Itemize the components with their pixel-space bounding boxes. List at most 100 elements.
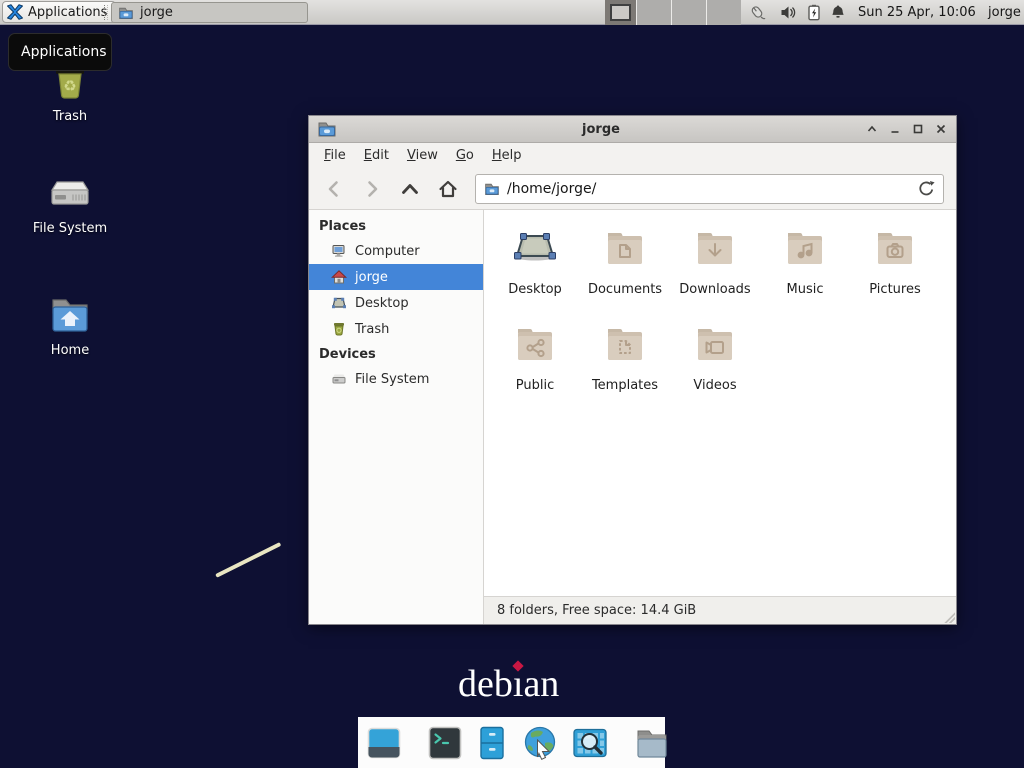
applications-tooltip: Applications [8,33,112,71]
folder-icon [118,5,134,21]
sidebar-item-trash[interactable]: Trash [309,316,483,342]
maximize-button[interactable] [911,122,925,136]
folder-documents-icon [601,220,649,272]
desktop-icon-file-system[interactable]: File System [24,169,116,236]
sidebar-devices-header: Devices [309,342,483,366]
back-button[interactable] [321,175,347,203]
menu-view[interactable]: View [398,145,447,166]
trash-icon [331,321,347,337]
desktop-icon-label: File System [33,221,107,236]
desktop-icon [331,295,347,311]
workspace-switcher[interactable] [605,0,741,25]
reload-icon[interactable] [918,180,935,197]
desktop-icon-home[interactable]: Home [24,291,116,358]
path-bar[interactable]: /home/jorge/ [475,174,944,204]
shade-button[interactable] [865,122,879,136]
resize-grip[interactable] [943,611,955,623]
desktop-line-artifact [215,542,281,578]
folder-music-icon [781,220,829,272]
drive-icon [331,371,347,387]
file-label: Videos [693,378,736,393]
file-manager-cabinet-icon[interactable] [475,725,509,761]
folder-pictures-icon [871,220,919,272]
file-item-desktop[interactable]: Desktop [490,220,580,314]
file-item-templates[interactable]: Templates [580,316,670,410]
applications-menu-button[interactable]: Applications [2,1,116,23]
file-view[interactable]: Desktop Documents [484,210,956,596]
up-button[interactable] [397,175,423,203]
file-item-music[interactable]: Music [760,220,850,314]
workspace-window-preview [610,4,631,21]
workspace-4[interactable] [706,0,741,25]
sidebar-item-computer[interactable]: Computer [309,238,483,264]
folder-downloads-icon [691,220,739,272]
web-browser-globe-icon[interactable] [521,725,559,761]
file-item-pictures[interactable]: Pictures [850,220,940,314]
svg-text:♻: ♻ [63,77,76,95]
desktop-icon-label: Home [51,343,89,358]
volume-icon[interactable] [780,4,797,21]
sidebar-item-label: Desktop [355,296,409,311]
show-desktop-icon[interactable] [366,725,403,761]
workspace-2[interactable] [636,0,671,25]
sidebar-item-label: Trash [355,322,389,337]
forward-button[interactable] [359,175,385,203]
file-item-public[interactable]: Public [490,316,580,410]
folder-templates-icon [601,316,649,368]
menu-help[interactable]: Help [483,145,531,166]
drive-icon [46,169,94,217]
minimize-button[interactable] [888,122,902,136]
computer-icon [331,243,347,259]
file-item-documents[interactable]: Documents [580,220,670,314]
panel-clock[interactable]: Sun 25 Apr, 10:06 [858,5,976,20]
home-icon [331,269,347,285]
menubar: File Edit View Go Help [309,143,956,168]
pathbar-folder-icon [484,181,500,197]
battery-icon[interactable] [806,4,822,21]
mouse-icon[interactable] [748,4,766,22]
directory-menu-folder-icon[interactable] [633,725,671,761]
taskbar-window-button[interactable]: jorge [111,2,308,23]
menu-go[interactable]: Go [447,145,483,166]
window-titlebar[interactable]: jorge [309,116,956,143]
folder-public-icon [511,316,559,368]
menu-edit[interactable]: Edit [355,145,398,166]
workspace-1[interactable] [605,0,636,25]
taskbar-window-label: jorge [140,5,173,20]
file-label: Downloads [679,282,750,297]
workspace-3[interactable] [671,0,706,25]
file-manager-window: jorge File Edit View Go Help [308,115,957,625]
statusbar-text: 8 folders, Free space: 14.4 GiB [497,603,696,618]
desktop-icon-label: Trash [53,109,87,124]
panel-username[interactable]: jorge [988,5,1021,20]
notifications-bell-icon[interactable] [830,4,846,21]
window-title: jorge [337,122,865,137]
xfce-logo-icon [6,3,24,21]
applications-menu-label: Applications [28,5,107,20]
close-button[interactable] [934,122,948,136]
application-finder-icon[interactable] [571,725,609,761]
sidebar-item-jorge[interactable]: jorge [309,264,483,290]
file-label: Pictures [869,282,920,297]
taskbar-grip[interactable] [104,5,108,20]
home-button[interactable] [435,175,461,203]
file-item-videos[interactable]: Videos [670,316,760,410]
statusbar: 8 folders, Free space: 14.4 GiB [484,596,956,624]
home-folder-icon [46,291,94,339]
file-label: Desktop [508,282,562,297]
dock [358,717,665,768]
menu-file[interactable]: File [315,145,355,166]
folder-videos-icon [691,316,739,368]
path-input[interactable]: /home/jorge/ [507,181,596,197]
terminal-icon[interactable] [427,725,463,761]
sidebar-item-label: File System [355,372,429,387]
sidebar-item-desktop[interactable]: Desktop [309,290,483,316]
file-label: Public [516,378,554,393]
file-item-downloads[interactable]: Downloads [670,220,760,314]
top-panel: Applications jorge [0,0,1024,25]
desktop-special-icon [511,220,559,272]
desktop-root: { "colors": { "desktop_bg": "#0e1033", "… [0,0,1024,768]
sidebar-item-file-system[interactable]: File System [309,366,483,392]
file-label: Documents [588,282,662,297]
file-label: Templates [592,378,658,393]
